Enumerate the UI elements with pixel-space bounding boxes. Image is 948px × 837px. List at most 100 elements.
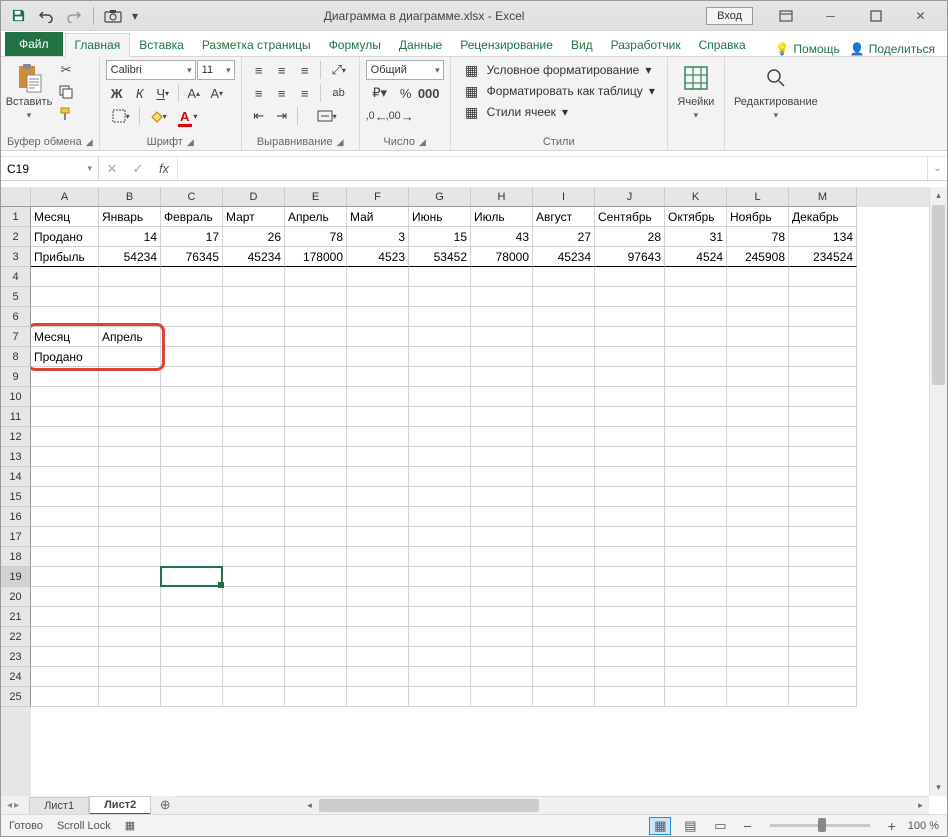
cell-D12[interactable] [223,427,285,447]
cell-E19[interactable] [285,567,347,587]
cell-M2[interactable]: 134 [789,227,857,247]
cell-A19[interactable] [31,567,99,587]
cell-D17[interactable] [223,527,285,547]
cell-K13[interactable] [665,447,727,467]
cell-A22[interactable] [31,627,99,647]
cell-E14[interactable] [285,467,347,487]
cell-I24[interactable] [533,667,595,687]
cell-M1[interactable]: Декабрь [789,207,857,227]
cell-C25[interactable] [161,687,223,707]
paste-button[interactable]: Вставить ▾ [7,60,51,123]
cell-G23[interactable] [409,647,471,667]
cell-D13[interactable] [223,447,285,467]
scroll-right-button[interactable]: ▸ [912,797,929,814]
cell-K3[interactable]: 4524 [665,247,727,267]
row-header-13[interactable]: 13 [1,447,31,467]
column-header-K[interactable]: K [665,187,727,207]
hscroll-thumb[interactable] [319,799,539,812]
cell-I3[interactable]: 45234 [533,247,595,267]
cell-F25[interactable] [347,687,409,707]
cell-B3[interactable]: 54234 [99,247,161,267]
cell-I1[interactable]: Август [533,207,595,227]
italic-button[interactable]: К [129,83,151,103]
cell-M23[interactable] [789,647,857,667]
minimize-button[interactable]: ─ [808,2,853,30]
cell-F3[interactable]: 4523 [347,247,409,267]
cell-A5[interactable] [31,287,99,307]
cell-L12[interactable] [727,427,789,447]
cell-F18[interactable] [347,547,409,567]
row-header-14[interactable]: 14 [1,467,31,487]
cell-A6[interactable] [31,307,99,327]
cell-C23[interactable] [161,647,223,667]
cell-H9[interactable] [471,367,533,387]
cell-F2[interactable]: 3 [347,227,409,247]
cell-I5[interactable] [533,287,595,307]
tab-formulas[interactable]: Формулы [320,34,390,56]
cell-J4[interactable] [595,267,665,287]
align-right-button[interactable]: ≡ [294,83,316,103]
cell-M12[interactable] [789,427,857,447]
cell-I22[interactable] [533,627,595,647]
decrease-font-button[interactable]: A▾ [206,83,228,103]
cell-K19[interactable] [665,567,727,587]
cell-C16[interactable] [161,507,223,527]
cell-L24[interactable] [727,667,789,687]
cell-L16[interactable] [727,507,789,527]
cell-F23[interactable] [347,647,409,667]
cell-M8[interactable] [789,347,857,367]
cell-C15[interactable] [161,487,223,507]
cell-E25[interactable] [285,687,347,707]
cell-M22[interactable] [789,627,857,647]
underline-button[interactable]: Ч▾ [152,83,174,103]
cell-M6[interactable] [789,307,857,327]
cell-B14[interactable] [99,467,161,487]
cell-C8[interactable] [161,347,223,367]
cell-B23[interactable] [99,647,161,667]
zoom-out-button[interactable]: − [739,818,755,834]
tab-data[interactable]: Данные [390,34,451,56]
cell-A15[interactable] [31,487,99,507]
cell-D18[interactable] [223,547,285,567]
cell-B13[interactable] [99,447,161,467]
screenshot-button[interactable] [100,4,126,28]
new-sheet-button[interactable]: ⊕ [155,797,175,813]
cell-E21[interactable] [285,607,347,627]
cell-K23[interactable] [665,647,727,667]
cell-I12[interactable] [533,427,595,447]
column-header-D[interactable]: D [223,187,285,207]
cell-J17[interactable] [595,527,665,547]
cell-J9[interactable] [595,367,665,387]
cell-M25[interactable] [789,687,857,707]
cell-C18[interactable] [161,547,223,567]
cell-L10[interactable] [727,387,789,407]
tab-developer[interactable]: Разработчик [602,34,690,56]
cell-E10[interactable] [285,387,347,407]
cell-K6[interactable] [665,307,727,327]
row-header-1[interactable]: 1 [1,207,31,227]
zoom-slider[interactable] [770,824,870,827]
tell-me[interactable]: 💡Помощь [774,42,839,56]
cell-L1[interactable]: Ноябрь [727,207,789,227]
cell-B11[interactable] [99,407,161,427]
cell-G8[interactable] [409,347,471,367]
cell-G16[interactable] [409,507,471,527]
cell-C14[interactable] [161,467,223,487]
column-header-F[interactable]: F [347,187,409,207]
column-header-E[interactable]: E [285,187,347,207]
cell-G7[interactable] [409,327,471,347]
row-header-9[interactable]: 9 [1,367,31,387]
cell-E3[interactable]: 178000 [285,247,347,267]
row-header-6[interactable]: 6 [1,307,31,327]
column-header-J[interactable]: J [595,187,665,207]
cell-L2[interactable]: 78 [727,227,789,247]
cell-M4[interactable] [789,267,857,287]
cell-H21[interactable] [471,607,533,627]
insert-function-button[interactable]: fx [151,161,177,176]
login-button[interactable]: Вход [706,7,753,25]
cell-L8[interactable] [727,347,789,367]
cell-J13[interactable] [595,447,665,467]
cell-C9[interactable] [161,367,223,387]
cell-H14[interactable] [471,467,533,487]
comma-format-button[interactable]: 000 [418,83,440,103]
